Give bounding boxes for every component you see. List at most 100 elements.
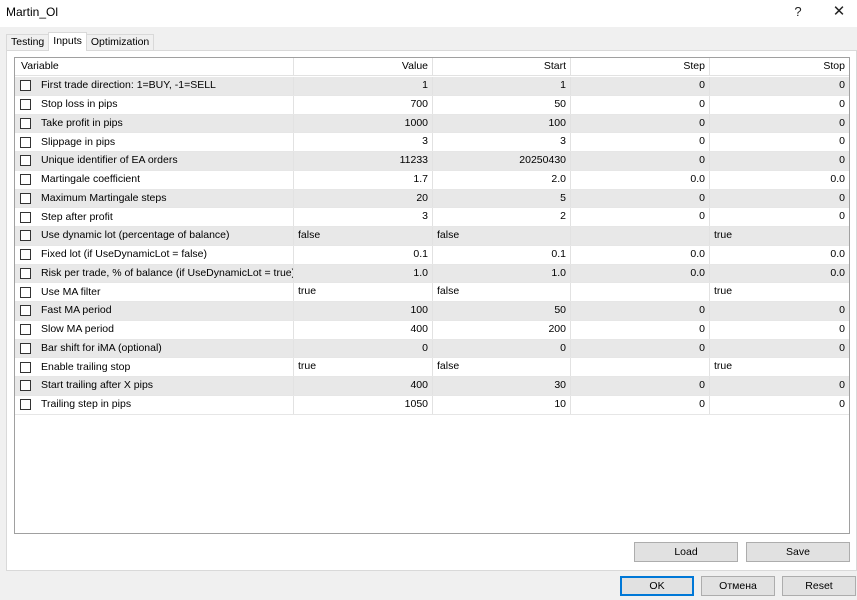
table-row[interactable]: Stop loss in pips 700 50 0 0 [15, 95, 849, 115]
table-row[interactable]: Risk per trade, % of balance (if UseDyna… [15, 264, 849, 284]
stop-cell[interactable]: true [710, 358, 849, 376]
tab-optimization[interactable]: Optimization [85, 34, 155, 50]
step-cell[interactable]: 0 [571, 114, 710, 133]
start-cell[interactable]: 1.0 [433, 264, 571, 283]
value-cell[interactable]: 400 [294, 320, 433, 339]
column-header-variable[interactable]: Variable [15, 58, 294, 76]
start-cell[interactable]: 1 [433, 77, 571, 95]
start-cell[interactable]: false [433, 358, 571, 376]
table-row[interactable]: Slippage in pips 3 3 0 0 [15, 133, 849, 152]
optimize-checkbox[interactable] [20, 192, 31, 204]
help-button[interactable]: ? [783, 3, 813, 23]
cancel-button[interactable]: Отмена [701, 576, 775, 596]
tab-inputs[interactable]: Inputs [48, 32, 87, 51]
step-cell[interactable]: 0 [571, 377, 710, 395]
column-header-value[interactable]: Value [294, 58, 433, 76]
table-row[interactable]: Martingale coefficient 1.7 2.0 0.0 0.0 [15, 170, 849, 190]
stop-cell[interactable]: 0 [710, 208, 849, 226]
value-cell[interactable]: 100 [294, 302, 433, 320]
stop-cell[interactable]: 0 [710, 96, 849, 114]
step-cell[interactable]: 0 [571, 339, 710, 358]
step-cell[interactable]: 0 [571, 133, 710, 151]
table-row[interactable]: Use MA filter true false true [15, 283, 849, 302]
step-cell[interactable]: 0 [571, 152, 710, 170]
stop-cell[interactable]: 0 [710, 77, 849, 95]
step-cell[interactable]: 0 [571, 320, 710, 339]
stop-cell[interactable]: 0 [710, 115, 849, 133]
value-cell[interactable]: 400 [294, 377, 433, 395]
ok-button[interactable]: OK [620, 576, 694, 596]
start-cell[interactable]: 2.0 [433, 170, 571, 189]
close-button[interactable]: ✕ [824, 3, 854, 23]
optimize-checkbox[interactable] [20, 267, 31, 279]
stop-cell[interactable]: true [710, 283, 849, 301]
stop-cell[interactable]: 0.0 [710, 265, 849, 283]
optimize-checkbox[interactable] [20, 361, 31, 373]
stop-cell[interactable]: 0 [710, 190, 849, 208]
value-cell[interactable]: 1050 [294, 395, 433, 414]
table-row[interactable]: Bar shift for iMA (optional) 0 0 0 0 [15, 339, 849, 359]
value-cell[interactable]: 3 [294, 133, 433, 151]
optimize-checkbox[interactable] [20, 117, 31, 129]
table-row[interactable]: Enable trailing stop true false true [15, 358, 849, 377]
column-header-step[interactable]: Step [571, 58, 710, 76]
stop-cell[interactable]: 0 [710, 302, 849, 320]
table-row[interactable]: First trade direction: 1=BUY, -1=SELL 1 1 0… [15, 77, 849, 96]
start-cell[interactable]: 200 [433, 320, 571, 339]
table-row[interactable]: Take profit in pips 1000 100 0 0 [15, 114, 849, 134]
start-cell[interactable]: 50 [433, 95, 571, 114]
column-header-stop[interactable]: Stop [710, 58, 849, 76]
step-cell[interactable] [571, 358, 710, 376]
start-cell[interactable]: 2 [433, 208, 571, 226]
value-cell[interactable]: 3 [294, 208, 433, 226]
start-cell[interactable]: 10 [433, 395, 571, 414]
stop-cell[interactable]: 0 [710, 152, 849, 170]
optimize-checkbox[interactable] [20, 249, 31, 261]
start-cell[interactable]: 20250430 [433, 152, 571, 170]
stop-cell[interactable]: 0 [710, 340, 849, 358]
tab-testing[interactable]: Testing [6, 34, 50, 50]
table-row[interactable]: Use dynamic lot (percentage of balance) f… [15, 227, 849, 246]
table-row[interactable]: Start trailing after X pips 400 30 0 0 [15, 377, 849, 396]
start-cell[interactable]: 100 [433, 114, 571, 133]
stop-cell[interactable]: 0 [710, 133, 849, 151]
optimize-checkbox[interactable] [20, 80, 31, 92]
step-cell[interactable]: 0 [571, 395, 710, 414]
value-cell[interactable]: 20 [294, 189, 433, 208]
step-cell[interactable]: 0 [571, 77, 710, 95]
start-cell[interactable]: 0 [433, 339, 571, 358]
column-header-start[interactable]: Start [433, 58, 571, 76]
start-cell[interactable]: false [433, 227, 571, 245]
start-cell[interactable]: 0.1 [433, 245, 571, 264]
value-cell[interactable]: true [294, 358, 433, 376]
optimize-checkbox[interactable] [20, 155, 31, 167]
start-cell[interactable]: 30 [433, 377, 571, 395]
value-cell[interactable]: true [294, 283, 433, 301]
start-cell[interactable]: 50 [433, 302, 571, 320]
value-cell[interactable]: 1 [294, 77, 433, 95]
value-cell[interactable]: 700 [294, 95, 433, 114]
optimize-checkbox[interactable] [20, 399, 31, 411]
start-cell[interactable]: 5 [433, 189, 571, 208]
load-button[interactable]: Load [634, 542, 738, 562]
optimize-checkbox[interactable] [20, 211, 31, 223]
optimize-checkbox[interactable] [20, 230, 31, 242]
table-row[interactable]: Maximum Martingale steps 20 5 0 0 [15, 189, 849, 209]
stop-cell[interactable]: 0.0 [710, 246, 849, 264]
step-cell[interactable]: 0.0 [571, 170, 710, 189]
optimize-checkbox[interactable] [20, 380, 31, 392]
optimize-checkbox[interactable] [20, 99, 31, 111]
stop-cell[interactable]: 0 [710, 321, 849, 339]
table-row[interactable]: Fixed lot (if UseDynamicLot = false) 0.1 0… [15, 245, 849, 265]
table-row[interactable]: Slow MA period 400 200 0 0 [15, 320, 849, 340]
optimize-checkbox[interactable] [20, 136, 31, 148]
start-cell[interactable]: 3 [433, 133, 571, 151]
optimize-checkbox[interactable] [20, 174, 31, 186]
start-cell[interactable]: false [433, 283, 571, 301]
value-cell[interactable]: 1000 [294, 114, 433, 133]
step-cell[interactable]: 0 [571, 189, 710, 208]
value-cell[interactable]: 0.1 [294, 245, 433, 264]
save-button[interactable]: Save [746, 542, 850, 562]
stop-cell[interactable]: 0.0 [710, 171, 849, 189]
value-cell[interactable]: 0 [294, 339, 433, 358]
